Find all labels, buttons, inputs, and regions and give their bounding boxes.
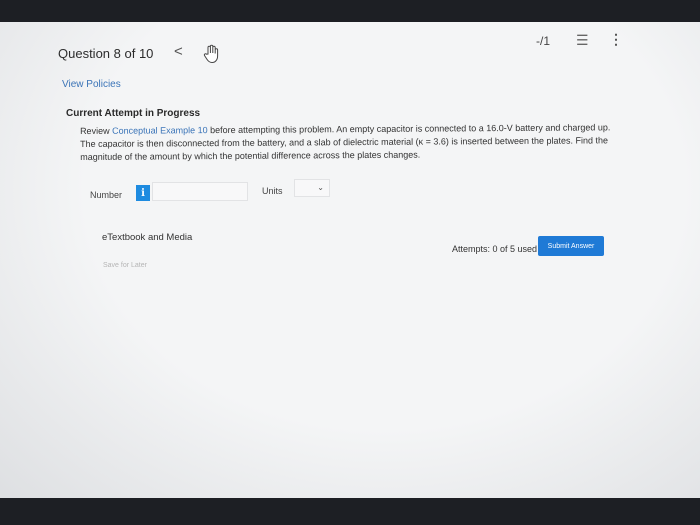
etextbook-media-link[interactable]: eTextbook and Media — [102, 232, 192, 243]
info-icon[interactable]: i — [136, 185, 150, 201]
problem-text: Review Conceptual Example 10 before atte… — [80, 121, 620, 164]
screen-vignette — [0, 22, 700, 498]
chevron-left-icon[interactable]: < — [174, 43, 183, 60]
hand-cursor-icon — [203, 44, 219, 64]
units-select[interactable]: ⌄ — [294, 179, 330, 197]
attempt-heading: Current Attempt in Progress — [66, 108, 201, 119]
screen: Question 8 of 10 < -/1 ☰ ⋮ View Policies… — [0, 22, 700, 498]
submit-answer-button[interactable]: Submit Answer — [538, 236, 604, 256]
units-label: Units — [262, 186, 283, 196]
save-for-later-link[interactable]: Save for Later — [103, 262, 147, 269]
view-policies-link[interactable]: View Policies — [62, 79, 121, 90]
attempts-counter: Attempts: 0 of 5 used — [452, 244, 538, 254]
question-counter: Question 8 of 10 — [58, 46, 154, 61]
list-icon[interactable]: ☰ — [576, 32, 589, 49]
problem-prefix: Review — [80, 125, 113, 136]
conceptual-example-link[interactable]: Conceptual Example 10 — [112, 125, 208, 136]
kebab-menu-icon[interactable]: ⋮ — [609, 31, 623, 48]
question-header: Question 8 of 10 < -/1 ☰ ⋮ — [0, 22, 700, 72]
number-input[interactable] — [152, 182, 248, 201]
number-label: Number — [90, 190, 123, 200]
score-display: -/1 — [536, 34, 551, 48]
chevron-down-icon: ⌄ — [317, 183, 324, 192]
